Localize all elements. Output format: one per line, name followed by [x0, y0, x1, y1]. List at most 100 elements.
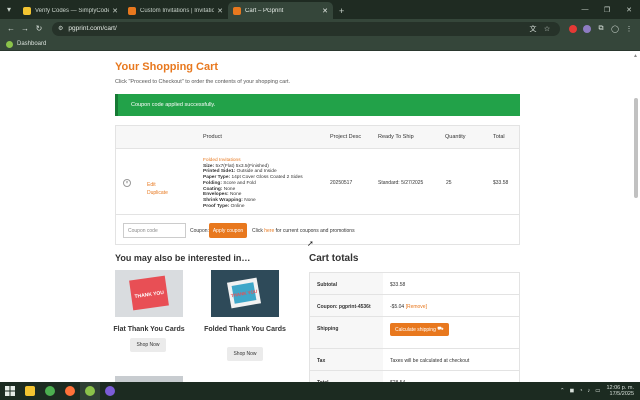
subtotal-label: Subtotal	[310, 273, 383, 294]
tab-search-icon[interactable]: ▾	[0, 0, 18, 19]
notice-text: Coupon code applied successfully.	[131, 102, 216, 108]
coupon-discount: -$5.04 [Remove]	[390, 304, 427, 310]
extensions-puzzle-icon[interactable]: ⧉	[594, 25, 608, 33]
product-details: Folded Invitations Size: 5x7(Flat) 5x3.5…	[203, 158, 303, 209]
coupon-applied-label: Coupon: pgprint-4536t	[310, 295, 383, 316]
bookmark-star-icon[interactable]: ☆	[540, 25, 554, 33]
folder-icon	[25, 386, 35, 396]
cart-totals-table: Subtotal $33.58 Coupon: pgprint-4536t -$…	[309, 272, 520, 382]
chrome-icon	[45, 386, 55, 396]
shop-now-button[interactable]: Shop Now	[130, 338, 166, 352]
totals-row-tax: Tax Taxes will be calculated at checkout	[310, 349, 519, 371]
profile-icon[interactable]: ◯	[608, 25, 622, 33]
system-tray: ⌃ ◼ ◔ ♪ ▭ 12:06 p. m. 17/5/2025	[555, 385, 640, 398]
close-tab-icon[interactable]: ✕	[322, 7, 328, 15]
browser-toolbar: ← → ↻ ⚙ pgprint.com/cart/ 文 ☆ ⧉ ◯ ⋮	[0, 19, 640, 38]
firefox-dev-button[interactable]	[100, 382, 120, 400]
tab-title: Cart – PGprint	[245, 7, 284, 14]
wifi-icon[interactable]: ◔	[579, 388, 582, 394]
chevron-up-icon[interactable]: ⌃	[560, 388, 565, 394]
flat-thank-you-card-image[interactable]: THANK YOU	[115, 270, 183, 317]
total-label: Total	[310, 371, 383, 382]
firefox-button[interactable]	[60, 382, 80, 400]
duplicate-link[interactable]: Duplicate	[147, 190, 168, 196]
product-name[interactable]: Flat Thank You Cards	[106, 325, 192, 334]
calculate-shipping-button[interactable]: Calculate shipping ⛟	[390, 323, 449, 336]
restore-icon[interactable]: ❐	[596, 6, 618, 14]
new-tab-button[interactable]: +	[333, 2, 350, 19]
ready-to-ship-value: Standard: 5/27/2025	[378, 180, 424, 186]
chrome-active-button[interactable]	[80, 382, 100, 400]
windows-logo-icon	[5, 386, 15, 396]
col-product: Product	[203, 134, 222, 140]
cart-item-row: × Edit Duplicate Folded Invitations Size…	[116, 149, 519, 215]
page-subtitle: Click "Proceed to Checkout" to order the…	[115, 79, 291, 85]
extension-icon[interactable]	[583, 24, 591, 33]
close-tab-icon[interactable]: ✕	[112, 7, 118, 15]
window-controls: — ❐ ✕	[574, 0, 640, 19]
bookmarks-bar: Dashboard	[0, 38, 640, 51]
subtotal-value: $33.58	[390, 282, 406, 288]
pgprint-favicon-icon	[128, 6, 136, 15]
scroll-up-icon[interactable]: ▲	[633, 53, 638, 59]
coupons-here-link[interactable]: here	[264, 228, 274, 234]
simplycodes-favicon-icon	[23, 6, 31, 15]
quantity-value: 25	[446, 180, 452, 186]
coupon-code-input[interactable]: Coupon code	[123, 223, 186, 238]
cart-table: Product Project Desc Ready To Ship Quant…	[115, 125, 520, 245]
project-desc-value: 20250517	[330, 180, 353, 186]
edit-link[interactable]: Edit	[147, 182, 156, 188]
browser-menu-icon[interactable]: ⋮	[622, 25, 636, 33]
reload-icon[interactable]: ↻	[32, 24, 46, 33]
mouse-cursor-icon: ➚	[307, 239, 314, 248]
battery-icon[interactable]: ▭	[595, 388, 600, 394]
product-name[interactable]: Folded Thank You Cards	[202, 325, 288, 334]
page-scrollbar[interactable]	[634, 98, 638, 198]
close-tab-icon[interactable]: ✕	[217, 7, 223, 15]
coupon-label: Coupon:	[190, 228, 209, 234]
totals-row-total: Total $28.54	[310, 371, 519, 382]
tab-strip: ▾ Verify Codes — SimplyCodes ✕ Custom In…	[0, 0, 640, 19]
close-window-icon[interactable]: ✕	[618, 6, 640, 14]
chrome-button[interactable]	[40, 382, 60, 400]
start-button[interactable]	[0, 382, 20, 400]
line-total-value: $33.58	[493, 180, 509, 186]
remove-coupon-link[interactable]: [Remove]	[406, 304, 427, 310]
tab-cart[interactable]: Cart – PGprint ✕	[228, 2, 333, 19]
cart-totals-heading: Cart totals	[309, 253, 359, 264]
forward-icon[interactable]: →	[18, 24, 32, 33]
shipping-label: Shipping	[310, 317, 383, 348]
translate-icon[interactable]: 文	[526, 24, 540, 34]
chrome-profile-icon	[85, 386, 95, 396]
col-quantity: Quantity	[445, 134, 466, 140]
col-project-desc: Project Desc	[330, 134, 362, 140]
os-taskbar: ⌃ ◼ ◔ ♪ ▭ 12:06 p. m. 17/5/2025	[0, 382, 640, 400]
back-icon[interactable]: ←	[4, 24, 18, 33]
site-info-icon[interactable]: ⚙	[58, 25, 63, 32]
remove-item-icon[interactable]: ×	[123, 179, 131, 187]
dashboard-bookmark-icon	[6, 40, 13, 48]
bookmark-dashboard[interactable]: Dashboard	[17, 41, 46, 47]
shop-now-button[interactable]: Shop Now	[227, 347, 263, 361]
extension-icon[interactable]	[569, 24, 577, 33]
totals-row-coupon: Coupon: pgprint-4536t -$5.04 [Remove]	[310, 295, 519, 317]
minimize-icon[interactable]: —	[574, 6, 596, 13]
apply-coupon-button[interactable]: Apply coupon	[209, 223, 247, 238]
col-ready-to-ship: Ready To Ship	[378, 134, 414, 140]
file-explorer-button[interactable]	[20, 382, 40, 400]
tray-app-icon[interactable]: ◼	[570, 388, 575, 394]
shipping-value: Calculate shipping ⛟	[383, 317, 519, 348]
truck-icon: ⛟	[437, 326, 444, 332]
coupon-note: Click here for current coupons and promo…	[252, 228, 355, 234]
address-bar[interactable]: ⚙ pgprint.com/cart/ 文 ☆	[52, 21, 560, 36]
folded-thank-you-card-image[interactable]: THANK YOU	[211, 270, 279, 317]
tab-simplycodes[interactable]: Verify Codes — SimplyCodes ✕	[18, 2, 123, 19]
clock[interactable]: 12:06 p. m. 17/5/2025	[606, 385, 634, 398]
tab-custom-invitations[interactable]: Custom Invitations | Invitation P ✕	[123, 2, 228, 19]
success-notice: Coupon code applied successfully.	[115, 94, 520, 116]
tab-title: Custom Invitations | Invitation P	[140, 7, 215, 14]
totals-row-shipping: Shipping Calculate shipping ⛟	[310, 317, 519, 349]
volume-icon[interactable]: ♪	[588, 388, 591, 394]
page-title: Your Shopping Cart	[115, 61, 219, 73]
pgprint-favicon-icon	[233, 6, 241, 15]
